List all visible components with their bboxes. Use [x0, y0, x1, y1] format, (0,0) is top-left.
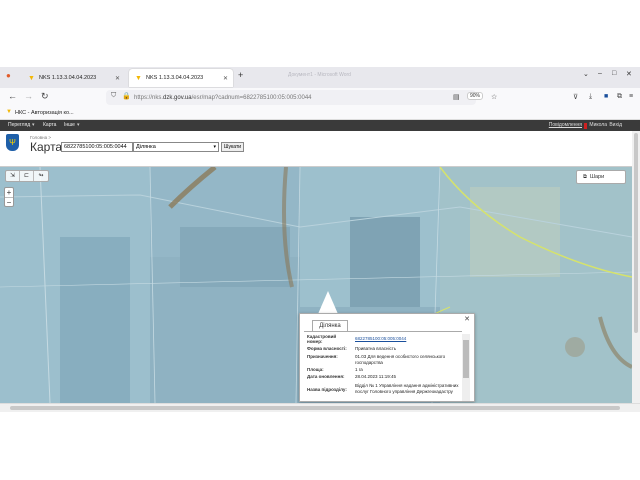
- downloads-icon[interactable]: ⤓: [589, 93, 592, 101]
- menu-caret-icon: ▾: [32, 122, 35, 128]
- minimize-icon[interactable]: –: [598, 70, 602, 77]
- bottom-blank-area: [0, 412, 640, 480]
- select-tool-icon[interactable]: ⇲: [6, 171, 20, 181]
- url-prefix: https://nks.: [134, 94, 164, 101]
- browser-tab-bar: ● ▼ NKS 1.13.3.04.04.2023 ✕ ▼ NKS 1.13.3…: [0, 67, 640, 88]
- app-menu-bar: Перегляд ▾ Карта Інше ▾ Повідомлення Мик…: [0, 120, 640, 131]
- shield-favicon-icon: ▼: [28, 74, 35, 82]
- url-domain: dzk.gov.ua: [163, 94, 192, 101]
- url-suffix: /esr/map?cadnum=6822785100:05:005:0044: [191, 94, 312, 101]
- page-horizontal-scrollbar[interactable]: [0, 403, 640, 412]
- info-value: Відділ № 1 Управління надання адміністра…: [355, 383, 459, 394]
- menu-item-other[interactable]: Інше: [64, 122, 75, 128]
- popup-scroll-thumb[interactable]: [463, 340, 469, 378]
- tab-1-close-icon[interactable]: ✕: [115, 75, 120, 82]
- shield-favicon-icon: ▼: [135, 74, 142, 82]
- info-value: 01.03 Для ведення особистого селянського…: [355, 354, 446, 365]
- shield-icon[interactable]: ⛉: [111, 92, 116, 100]
- url-bar[interactable]: ⛉ 🔒 https://nks. dzk.gov.ua /esr/map?cad…: [106, 90, 476, 105]
- page-header: Ψ Головна > Карта 6822785100:05:005:0044…: [0, 131, 640, 167]
- tab-1-label: NKS 1.13.3.04.04.2023: [39, 75, 97, 81]
- zoom-level[interactable]: 90%: [467, 92, 484, 100]
- reader-view-icon[interactable]: ▤: [453, 93, 460, 101]
- coat-of-arms-logo-icon: Ψ: [6, 134, 19, 151]
- tab-list-chevron-icon[interactable]: ⌄: [583, 70, 589, 78]
- zoom-control: + −: [4, 187, 14, 207]
- extensions-puzzle-icon[interactable]: ⧉: [617, 93, 622, 101]
- zoom-in-icon[interactable]: +: [5, 188, 13, 197]
- info-value: 1 га: [355, 367, 363, 372]
- layers-label: Шари: [589, 174, 605, 180]
- ghost-window-title: Документ1 - Microsoft Word: [288, 72, 351, 78]
- chevron-down-icon: ▾: [213, 144, 216, 150]
- tab-2-label: NKS 1.13.3.04.04.2023: [146, 75, 204, 81]
- bookmarks-bar: ▼ НКС - Авторизація ко...: [0, 107, 640, 120]
- cadnum-link[interactable]: 6822785100:05:005:0044: [355, 336, 461, 342]
- bookmark-star-icon[interactable]: ☆: [491, 93, 497, 101]
- extension-icon[interactable]: ■: [604, 93, 608, 100]
- browser-tab-2[interactable]: ▼ NKS 1.13.3.04.04.2023 ✕: [129, 69, 233, 87]
- info-value: Приватна власність: [355, 346, 397, 351]
- menu-caret-icon: ▾: [77, 122, 80, 128]
- pocket-icon[interactable]: ⊽: [573, 93, 578, 101]
- browser-menu-icon[interactable]: ●: [6, 71, 11, 80]
- cadastral-number-input[interactable]: 6822785100:05:005:0044: [61, 142, 133, 152]
- forward-arrow-icon[interactable]: →: [24, 91, 33, 101]
- notifications-link[interactable]: Повідомлення: [549, 122, 582, 128]
- menu-item-map[interactable]: Карта: [43, 122, 56, 128]
- info-key: Дата оновлення:: [307, 374, 345, 379]
- info-key: Назва підрозділу:: [307, 387, 347, 392]
- horizontal-scroll-thumb[interactable]: [10, 406, 620, 410]
- popup-body: Кадастровий номер: 6822785100:05:005:004…: [304, 331, 462, 401]
- popup-pointer: [318, 291, 338, 314]
- measure-tool-icon[interactable]: ⊏: [20, 171, 34, 181]
- notification-badge: [584, 123, 587, 129]
- logout-link[interactable]: Вихід: [609, 122, 622, 128]
- map-tool-bar: ⇲ ⊏ ↬: [5, 170, 49, 182]
- layers-button[interactable]: ⧉ Шари: [576, 170, 626, 184]
- layers-icon: ⧉: [583, 173, 587, 180]
- popup-tab-parcel[interactable]: Ділянка: [312, 320, 348, 331]
- info-key: Площа:: [307, 367, 324, 372]
- page-scroll-thumb[interactable]: [634, 133, 638, 333]
- browser-nav-bar: ← → ↻ ⛉ 🔒 https://nks. dzk.gov.ua /esr/m…: [0, 88, 640, 107]
- menu-item-view[interactable]: Перегляд: [8, 122, 30, 128]
- bookmark-item[interactable]: НКС - Авторизація ко...: [15, 110, 74, 116]
- popup-scrollbar[interactable]: [462, 334, 470, 401]
- info-tool-icon[interactable]: ↬: [34, 171, 48, 181]
- bookmark-favicon-icon: ▼: [6, 109, 12, 115]
- back-arrow-icon[interactable]: ←: [8, 91, 17, 101]
- zoom-out-icon[interactable]: −: [5, 197, 13, 207]
- page-title: Карта: [30, 140, 63, 154]
- search-button[interactable]: Шукати: [221, 142, 244, 152]
- info-value: 28.04.2023 11:19:45: [355, 374, 396, 379]
- reload-icon[interactable]: ↻: [41, 91, 49, 102]
- new-tab-plus-icon[interactable]: +: [238, 70, 243, 80]
- app-menu-icon[interactable]: ≡: [629, 93, 633, 100]
- page-vertical-scrollbar[interactable]: [632, 131, 640, 403]
- maximize-icon[interactable]: □: [612, 70, 616, 77]
- screen: ● ▼ NKS 1.13.3.04.04.2023 ✕ ▼ NKS 1.13.3…: [0, 0, 640, 480]
- info-key: Призначення:: [307, 354, 338, 359]
- lock-icon[interactable]: 🔒: [122, 92, 131, 100]
- top-blank-area: [0, 0, 640, 67]
- info-key: Форма власності:: [307, 346, 347, 351]
- browser-tab-1[interactable]: ▼ NKS 1.13.3.04.04.2023 ✕: [22, 69, 125, 87]
- close-window-icon[interactable]: ✕: [626, 70, 632, 78]
- user-link[interactable]: Микола: [589, 122, 607, 128]
- tab-2-close-icon[interactable]: ✕: [223, 75, 228, 82]
- object-type-select[interactable]: Ділянка ▾: [133, 142, 219, 152]
- close-icon[interactable]: ✕: [464, 315, 470, 323]
- info-key: Кадастровий номер:: [307, 334, 337, 344]
- map-canvas[interactable]: ⇲ ⊏ ↬ + − ⧉ Шари ✕ Ділянка Кадастровий н…: [0, 167, 632, 403]
- parcel-info-popup: ✕ Ділянка Кадастровий номер: 6822785100:…: [299, 313, 475, 402]
- object-type-value: Ділянка: [136, 144, 156, 150]
